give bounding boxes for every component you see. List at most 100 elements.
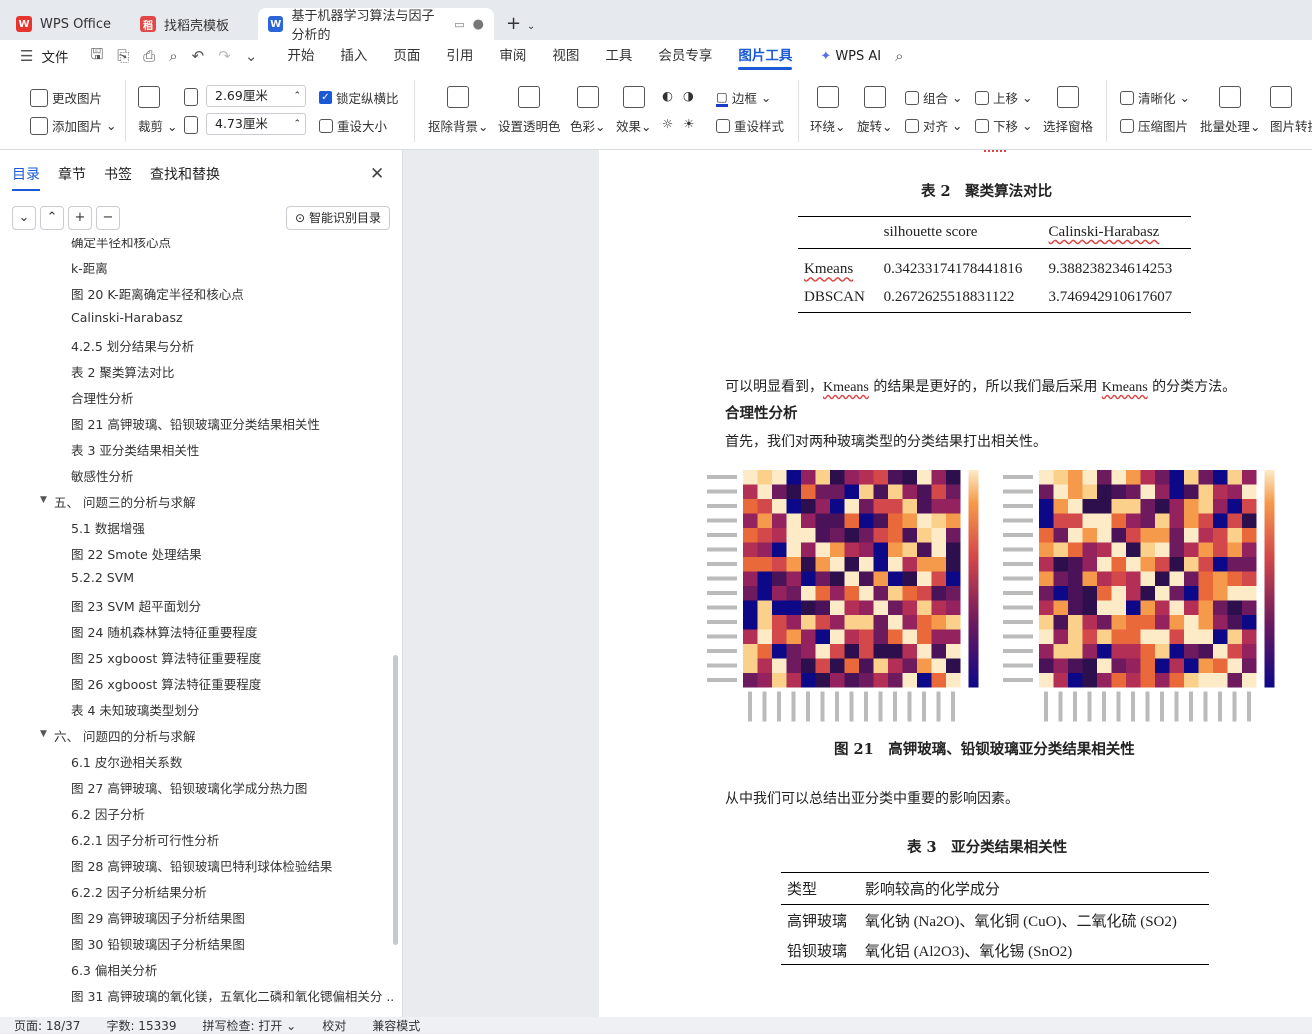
toc-item[interactable]: 合理性分析 [71,388,134,407]
toc-item[interactable]: 6.2.1 因子分析可行性分析 [71,830,219,849]
brightness-buttons-2[interactable]: ☼ ☀ [662,116,694,131]
toc-item[interactable]: 图 21 高钾玻璃、铅钡玻璃亚分类结果相关性 [71,414,320,433]
toc-item[interactable]: 图 28 高钾玻璃、铅钡玻璃巴特利球体检验结果 [71,856,332,875]
tab-document[interactable]: W 基于机器学习算法与因子分析的 ▭ ● [258,8,494,43]
toc-item[interactable]: 图 24 随机森林算法特征重要程度 [71,622,257,641]
effect-button[interactable]: 效果⌄ [616,86,652,135]
lock-ratio-checkbox[interactable]: ✓ 锁定纵横比 [319,88,399,107]
menu-file[interactable]: 文件 [41,46,68,66]
menu-picture-tools[interactable]: 图片工具 [726,40,804,72]
new-tab-button[interactable]: + ⌄ [500,8,541,40]
toc-item[interactable]: 5.2.2 SVM [71,570,134,585]
batch-process-button[interactable]: 批量处理⌄ [1200,86,1261,135]
remove-background-button[interactable]: 抠除背景⌄ [428,86,489,135]
page-count[interactable]: 页面: 18/37 [14,1017,80,1034]
height-input[interactable]: 2.69厘米 ⌃ [206,85,306,107]
expand-arrow-icon[interactable]: ▼ [40,495,47,505]
tab-close-dot-icon[interactable]: ● [473,17,484,32]
toc-item[interactable]: 5.1 数据增强 [71,518,145,537]
set-transparent-button[interactable]: 设置透明色 [498,86,561,135]
toc-item[interactable]: 表 3 亚分类结果相关性 [71,440,199,459]
width-input[interactable]: 4.73厘米 ⌃ [206,113,306,135]
color-button[interactable]: 色彩⌄ [570,86,606,135]
toc-item[interactable]: 图 29 高钾玻璃因子分析结果图 [71,908,245,927]
tab-chapters[interactable]: 章节 [58,164,86,191]
expand-arrow-icon[interactable]: ▼ [40,729,47,739]
reset-style-button[interactable]: 重设样式 [716,116,784,135]
menu-insert[interactable]: 插入 [328,40,379,72]
toc-item[interactable]: 6.1 皮尔逊相关系数 [71,752,182,771]
tab-toc[interactable]: 目录 [12,164,40,191]
toc-item[interactable]: 表 2 聚类算法对比 [71,362,174,381]
print-preview-icon[interactable]: ⌕ [163,47,183,65]
redo-icon[interactable]: ↷ [212,47,237,65]
print-icon[interactable]: ⎙ [137,47,161,65]
sharpen-button[interactable]: 清晰化 ⌄ [1120,88,1190,107]
toc-item[interactable]: 图 25 xgboost 算法特征重要程度 [71,648,261,667]
menu-review[interactable]: 审阅 [487,40,538,72]
expand-button[interactable]: ⌃ [40,206,64,230]
toc-item[interactable]: 五、 问题三的分析与求解 [54,492,195,511]
group-button[interactable]: 组合 ⌄ [905,88,963,107]
tab-find-replace[interactable]: 查找和替换 [150,164,220,191]
close-icon[interactable]: ✕ [370,164,384,184]
send-backward-button[interactable]: 下移 ⌄ [975,116,1033,135]
hamburger-icon[interactable]: ☰ [14,47,39,65]
toc-item[interactable]: 表 4 未知玻璃类型划分 [71,700,199,719]
menu-reference[interactable]: 引用 [434,40,485,72]
toc-item[interactable]: 图 23 SVM 超平面划分 [71,596,201,615]
picture-convert-button[interactable]: 图片转换 [1270,86,1312,135]
toc-item[interactable]: 6.2.2 因子分析结果分析 [71,882,207,901]
tab-docer[interactable]: 稻找稻壳模板 [130,8,252,40]
toc-item[interactable]: 图 22 Smote 处理结果 [71,544,202,563]
toc-item[interactable]: 确定半径和核心点 [71,238,171,251]
toc-item[interactable]: 图 20 K-距离确定半径和核心点 [71,284,244,303]
toc-item[interactable]: 图 30 铅钡玻璃因子分析结果图 [71,934,245,953]
align-button[interactable]: 对齐 ⌄ [905,116,963,135]
word-count[interactable]: 字数: 15339 [106,1017,176,1034]
collapse-button[interactable]: ⌄ [12,206,36,230]
toc-item[interactable]: Calinski-Harabasz [71,310,183,325]
toc-item[interactable]: 敏感性分析 [71,466,134,485]
sidebar-scrollbar[interactable] [393,655,398,945]
brightness-buttons[interactable]: ◐ ◑ [662,88,694,103]
heatmap-cell [1126,557,1141,572]
menu-home[interactable]: 开始 [275,40,326,72]
wrap-button[interactable]: 环绕⌄ [810,86,846,135]
smart-toc-button[interactable]: ⊙ 智能识别目录 [286,206,390,230]
tab-bookmarks[interactable]: 书签 [104,164,132,191]
add-heading-button[interactable]: + [68,206,92,230]
proofread[interactable]: 校对 [322,1017,346,1034]
border-button[interactable]: ▢ 边框 ⌄ [716,88,771,107]
save-icon[interactable]: 🖫 [84,44,109,69]
menu-view[interactable]: 视图 [540,40,591,72]
toc-item[interactable]: 6.2 因子分析 [71,804,145,823]
undo-icon[interactable]: ↶ [186,47,211,65]
toc-item[interactable]: 图 31 高钾玻璃的氧化镁，五氧化二磷和氧化锶偏相关分 ... [71,986,395,1005]
toc-item[interactable]: k-距离 [71,258,108,277]
heatmap-cell [772,470,787,485]
spell-check[interactable]: 拼写检查: 打开 ⌄ [203,1017,297,1034]
remove-heading-button[interactable]: − [96,206,120,230]
toc-item[interactable]: 图 27 高钾玻璃、铅钡玻璃化学成分热力图 [71,778,307,797]
toc-item[interactable]: 六、 问题四的分析与求解 [54,726,195,745]
change-picture-button[interactable]: 更改图片 [30,88,102,107]
toc-item[interactable]: 4.2.5 划分结果与分析 [71,336,194,355]
menu-member[interactable]: 会员专享 [646,40,724,72]
add-picture-button[interactable]: 添加图片 ⌄ [30,116,117,135]
export-icon[interactable]: ⎘ [111,47,135,65]
tab-wps-office[interactable]: W WPS Office [6,8,124,40]
wps-ai-button[interactable]: ✦ WPS AI [820,49,881,64]
menu-page[interactable]: 页面 [381,40,432,72]
menu-tools[interactable]: 工具 [593,40,644,72]
compress-picture-button[interactable]: 压缩图片 [1120,116,1188,135]
resize-button[interactable]: 重设大小 [319,116,387,135]
bring-forward-button[interactable]: 上移 ⌄ [975,88,1033,107]
crop-button[interactable]: 裁剪 ⌄ [138,86,177,135]
rotate-button[interactable]: 旋转⌄ [857,86,893,135]
selection-pane-button[interactable]: 选择窗格 [1043,86,1093,135]
search-icon[interactable]: ⌕ [889,47,909,65]
more-chevron-icon[interactable]: ⌄ [239,47,264,65]
toc-item[interactable]: 6.3 偏相关分析 [71,960,157,979]
toc-item[interactable]: 图 26 xgboost 算法特征重要程度 [71,674,261,693]
